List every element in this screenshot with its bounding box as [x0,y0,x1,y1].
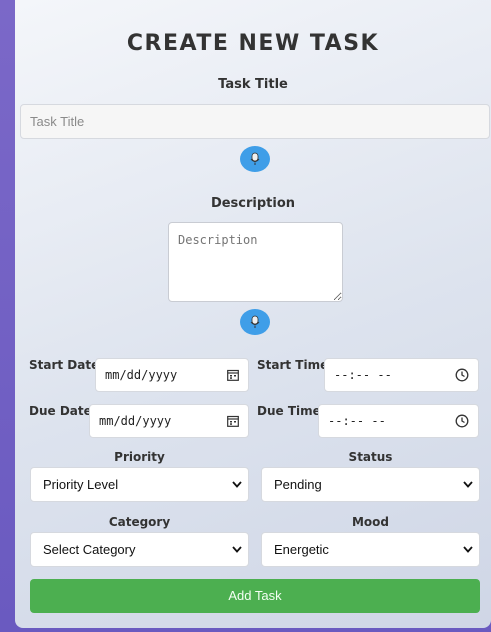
description-label: Description [210,196,296,211]
status-selected-value: Pending [274,477,322,492]
description-voice-button[interactable] [240,309,270,335]
chevron-down-icon [463,546,473,553]
priority-select[interactable]: Priority Level [30,467,249,502]
task-title-voice-button[interactable] [240,146,270,172]
task-title-input[interactable] [20,104,490,139]
mood-select[interactable]: Energetic [261,532,480,567]
due-date-label: Due Date [29,404,92,418]
mood-selected-value: Energetic [274,542,329,557]
chevron-down-icon [232,481,242,488]
start-date-input[interactable]: mm/dd/yyyy [95,358,249,392]
microphone-icon [250,152,260,165]
status-select[interactable]: Pending [261,467,480,502]
category-select[interactable]: Select Category [30,532,249,567]
calendar-icon[interactable] [227,415,239,427]
add-task-button[interactable]: Add Task [30,579,480,613]
page-title: CREATE NEW TASK [126,31,380,56]
task-form-card: CREATE NEW TASK Task Title Description S… [15,0,491,628]
microphone-icon [250,315,260,328]
start-time-label: Start Time [257,358,329,372]
category-selected-value: Select Category [43,542,136,557]
chevron-down-icon [232,546,242,553]
priority-selected-value: Priority Level [43,477,119,492]
category-label: Category [108,515,171,529]
clock-icon[interactable] [455,368,469,382]
due-time-value: --:-- -- [328,414,386,428]
due-time-label: Due Time [257,404,321,418]
task-title-label: Task Title [218,77,288,92]
due-time-input[interactable]: --:-- -- [318,404,479,438]
start-time-input[interactable]: --:-- -- [324,358,479,392]
chevron-down-icon [463,481,473,488]
mood-label: Mood [351,515,390,529]
priority-label: Priority [114,450,165,464]
due-date-value: mm/dd/yyyy [99,414,172,428]
due-date-input[interactable]: mm/dd/yyyy [89,404,249,438]
start-date-value: mm/dd/yyyy [105,368,178,382]
start-date-label: Start Date [29,358,100,372]
start-time-value: --:-- -- [334,368,392,382]
description-input[interactable] [168,222,343,302]
clock-icon[interactable] [455,414,469,428]
calendar-icon[interactable] [227,369,239,381]
status-label: Status [348,450,393,464]
